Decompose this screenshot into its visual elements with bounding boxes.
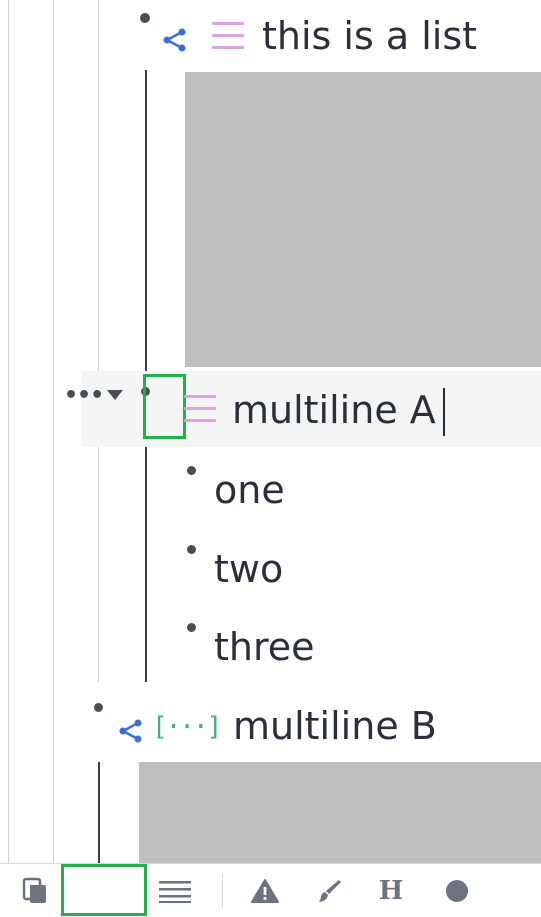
bullet-child-two[interactable] xyxy=(187,545,196,554)
pages-icon xyxy=(22,877,46,903)
selected-toolbar-slot[interactable] xyxy=(61,864,147,916)
heading-button[interactable]: H xyxy=(370,864,412,917)
bracket-icon: [···] xyxy=(152,712,222,742)
node-label-child[interactable]: three xyxy=(214,625,315,669)
share-icon[interactable] xyxy=(118,718,144,744)
pages-button[interactable] xyxy=(12,864,58,917)
warning-icon xyxy=(251,878,279,903)
style-button[interactable] xyxy=(308,864,350,917)
indent-guide-3 xyxy=(98,0,99,682)
bottom-toolbar: H xyxy=(0,863,541,917)
text-cursor xyxy=(443,388,445,436)
node-label-child[interactable]: one xyxy=(214,468,285,512)
node-label-multiline-a[interactable]: multiline A xyxy=(232,388,436,432)
collapse-toggle-icon[interactable] xyxy=(107,390,123,400)
heading-icon: H xyxy=(378,875,404,906)
child-line-multiline-b xyxy=(98,762,100,863)
list-icon xyxy=(184,395,216,423)
bullet-list-node[interactable] xyxy=(140,13,150,23)
list-view-button[interactable] xyxy=(152,864,198,917)
focus-highlight-box xyxy=(143,374,186,439)
bullet-child-one[interactable] xyxy=(187,466,196,475)
warning-button[interactable] xyxy=(244,864,286,917)
share-icon[interactable] xyxy=(162,27,188,53)
list-icon xyxy=(212,22,244,50)
more-options-icon[interactable]: ••• xyxy=(64,385,104,407)
node-label-list[interactable]: this is a list xyxy=(262,14,477,58)
indent-guide-1 xyxy=(8,0,9,863)
node-label-child[interactable]: two xyxy=(214,547,283,591)
brush-icon xyxy=(319,879,341,902)
node-label-multiline-b[interactable]: multiline B xyxy=(233,704,437,748)
indent-guide-2 xyxy=(53,0,54,863)
toolbar-separator xyxy=(222,874,223,908)
color-button[interactable] xyxy=(434,864,480,917)
bullet-multiline-b[interactable] xyxy=(94,703,103,712)
circle-icon xyxy=(446,879,468,902)
embed-placeholder-2 xyxy=(139,762,541,863)
bullet-child-three[interactable] xyxy=(187,623,196,632)
embed-placeholder-1 xyxy=(185,72,541,367)
lines-icon xyxy=(159,880,191,903)
